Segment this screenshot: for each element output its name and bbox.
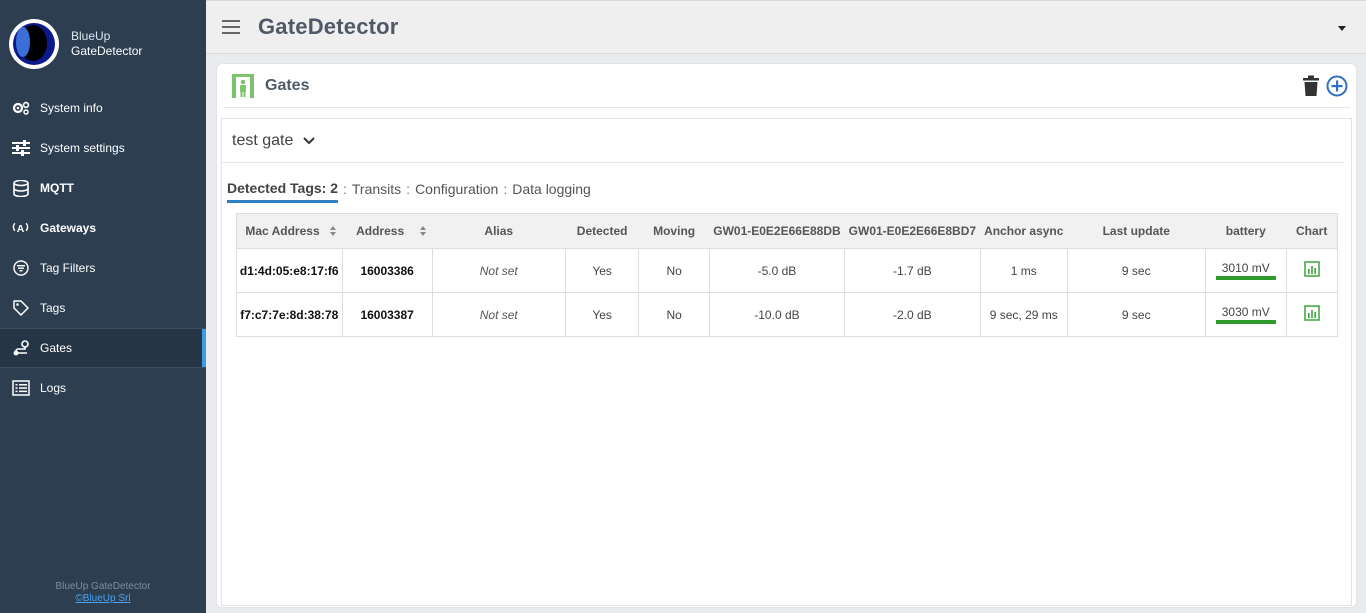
cell-alias[interactable]: Not set (431, 248, 566, 293)
sidebar-nav: System info System settings MQTT A Gatew… (0, 88, 206, 408)
column-header-last-update: Last update (1067, 213, 1206, 249)
sort-icon[interactable] (330, 226, 336, 236)
cell-chart (1285, 248, 1339, 293)
gears-icon (11, 99, 30, 118)
column-header-address[interactable]: Address (342, 213, 433, 249)
column-header-moving: Moving (638, 213, 710, 249)
add-gate-button[interactable] (1326, 75, 1348, 102)
cell-moving: No (638, 292, 710, 337)
column-header-detected: Detected (565, 213, 639, 249)
column-header-mac-address[interactable]: Mac Address (236, 213, 342, 249)
column-header-alias: Alias (432, 213, 566, 249)
hamburger-menu-icon[interactable] (222, 20, 240, 34)
gates-card: Gates test gate Detected Tags: 2 : Trans… (216, 63, 1357, 608)
cell-battery: 3030 mV (1204, 292, 1287, 337)
sidebar-item-gateways[interactable]: A Gateways (0, 208, 206, 248)
blueup-logo (9, 19, 59, 69)
chevron-down-icon (303, 136, 316, 144)
gate-tabs: Detected Tags: 2 : Transits : Configurat… (222, 163, 1351, 203)
cell-battery: 3010 mV (1204, 248, 1287, 293)
tab-data-logging[interactable]: Data logging (512, 181, 591, 203)
brand-product: GateDetector (71, 44, 143, 58)
column-header-battery: battery (1205, 213, 1287, 249)
cell-anchor-async: 9 sec, 29 ms (979, 292, 1068, 337)
sidebar-item-mqtt[interactable]: MQTT (0, 168, 206, 208)
antenna-icon: A (11, 219, 30, 238)
column-header-gateway-2: GW01-E0E2E66E8BD7 (844, 213, 981, 249)
sort-icon[interactable] (420, 226, 427, 236)
battery-indicator: 3030 mV (1215, 305, 1276, 324)
cell-last-update: 9 sec (1066, 292, 1206, 337)
cell-gateway-1-rssi: -10.0 dB (708, 292, 846, 337)
table-header-row: Mac Address Address Alias Detected Movin… (236, 213, 1339, 249)
sidebar: BlueUp GateDetector System info System s… (0, 0, 206, 613)
cell-gateway-2-rssi: -2.0 dB (844, 292, 981, 337)
footer-product: BlueUp GateDetector (55, 581, 151, 592)
brand-company: BlueUp (71, 29, 111, 43)
cell-gateway-2-rssi: -1.7 dB (844, 248, 981, 293)
tab-separator: : (503, 181, 508, 197)
card-title: Gates (265, 76, 310, 94)
sidebar-item-label: Gateways (40, 221, 97, 235)
tab-separator: : (406, 181, 411, 197)
cell-anchor-async: 1 ms (979, 248, 1068, 293)
topbar: GateDetector (206, 0, 1366, 54)
gate-panel: test gate Detected Tags: 2 : Transits : … (221, 118, 1352, 606)
bar-chart-icon[interactable] (1304, 305, 1320, 324)
cell-address: 16003387 (341, 292, 433, 337)
sidebar-item-logs[interactable]: Logs (0, 368, 206, 408)
user-menu-caret-icon[interactable] (1338, 26, 1346, 31)
sidebar-item-label: Gates (40, 341, 73, 355)
cell-chart (1285, 292, 1339, 337)
sidebar-item-gates[interactable]: Gates (0, 328, 206, 368)
tab-configuration[interactable]: Configuration (415, 181, 498, 203)
battery-indicator: 3010 mV (1215, 261, 1276, 280)
cell-mac-address: d1:4d:05:e8:17:f6 (236, 248, 343, 293)
column-header-anchor-async: Anchor async (980, 213, 1068, 249)
sliders-icon (11, 139, 30, 158)
brand[interactable]: BlueUp GateDetector (0, 0, 206, 88)
cell-last-update: 9 sec (1066, 248, 1206, 293)
sidebar-item-label: System settings (40, 141, 125, 155)
cell-detected: Yes (564, 248, 640, 293)
table-row: d1:4d:05:e8:17:f6 16003386 Not set Yes N… (236, 248, 1339, 293)
sidebar-item-tags[interactable]: Tags (0, 288, 206, 328)
database-icon (11, 179, 30, 198)
detected-tags-table: Mac Address Address Alias Detected Movin… (236, 213, 1339, 337)
column-header-chart: Chart (1286, 213, 1339, 249)
column-header-gateway-1: GW01-E0E2E66E88DB (709, 213, 845, 249)
sidebar-item-tag-filters[interactable]: Tag Filters (0, 248, 206, 288)
gate-selector[interactable]: test gate (222, 119, 1345, 163)
sidebar-footer: BlueUp GateDetector ©BlueUp Srl (0, 581, 206, 605)
tab-separator: : (343, 181, 347, 197)
card-header: Gates (223, 64, 1350, 108)
sidebar-item-system-info[interactable]: System info (0, 88, 206, 128)
trash-icon[interactable] (1302, 75, 1320, 102)
tab-transits[interactable]: Transits (352, 181, 401, 203)
cell-detected: Yes (564, 292, 640, 337)
sidebar-item-label: Tag Filters (40, 261, 96, 275)
page-title: GateDetector (258, 14, 399, 39)
cell-address: 16003386 (341, 248, 433, 293)
table-row: f7:c7:7e:8d:38:78 16003387 Not set Yes N… (236, 292, 1339, 337)
gate-detector-icon (231, 73, 255, 99)
cell-mac-address: f7:c7:7e:8d:38:78 (236, 292, 343, 337)
svg-text:A: A (17, 224, 25, 235)
cell-gateway-1-rssi: -5.0 dB (708, 248, 846, 293)
gate-selector-value: test gate (232, 131, 294, 149)
route-icon (11, 339, 30, 358)
tab-detected-tags[interactable]: Detected Tags: 2 (227, 180, 338, 203)
sidebar-item-label: System info (40, 101, 103, 115)
cell-moving: No (638, 248, 710, 293)
filter-icon (11, 259, 30, 278)
footer-copyright-link[interactable]: ©BlueUp Srl (0, 593, 206, 605)
tag-icon (11, 299, 30, 318)
sidebar-item-label: Logs (40, 381, 67, 395)
list-icon (11, 379, 30, 398)
cell-alias[interactable]: Not set (431, 292, 566, 337)
sidebar-item-label: Tags (40, 301, 66, 315)
sidebar-item-system-settings[interactable]: System settings (0, 128, 206, 168)
bar-chart-icon[interactable] (1304, 261, 1320, 280)
sidebar-item-label: MQTT (40, 181, 74, 195)
